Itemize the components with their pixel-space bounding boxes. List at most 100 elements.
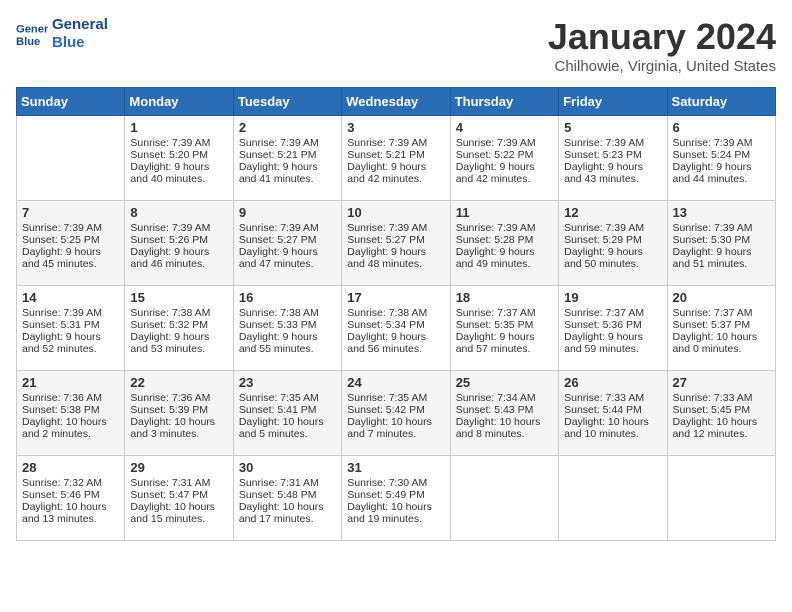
table-row: 5Sunrise: 7:39 AMSunset: 5:23 PMDaylight…: [559, 116, 667, 201]
logo-text-general: General: [52, 16, 108, 34]
sunset-text: Sunset: 5:33 PM: [239, 319, 336, 331]
table-row: 16Sunrise: 7:38 AMSunset: 5:33 PMDayligh…: [233, 286, 341, 371]
day-number: 15: [130, 290, 227, 305]
page-header: General Blue General Blue January 2024 C…: [16, 16, 776, 75]
table-row: 20Sunrise: 7:37 AMSunset: 5:37 PMDayligh…: [667, 286, 775, 371]
sunset-text: Sunset: 5:22 PM: [456, 149, 553, 161]
daylight-text: Daylight: 9 hours and 48 minutes.: [347, 246, 444, 270]
table-row: 30Sunrise: 7:31 AMSunset: 5:48 PMDayligh…: [233, 456, 341, 541]
table-row: 7Sunrise: 7:39 AMSunset: 5:25 PMDaylight…: [17, 201, 125, 286]
sunset-text: Sunset: 5:35 PM: [456, 319, 553, 331]
day-number: 14: [22, 290, 119, 305]
daylight-text: Daylight: 10 hours and 0 minutes.: [673, 331, 770, 355]
daylight-text: Daylight: 9 hours and 41 minutes.: [239, 161, 336, 185]
day-number: 27: [673, 375, 770, 390]
week-row-5: 28Sunrise: 7:32 AMSunset: 5:46 PMDayligh…: [17, 456, 776, 541]
daylight-text: Daylight: 9 hours and 42 minutes.: [347, 161, 444, 185]
sunrise-text: Sunrise: 7:31 AM: [239, 477, 336, 489]
sunset-text: Sunset: 5:20 PM: [130, 149, 227, 161]
day-number: 18: [456, 290, 553, 305]
table-row: 19Sunrise: 7:37 AMSunset: 5:36 PMDayligh…: [559, 286, 667, 371]
sunrise-text: Sunrise: 7:35 AM: [347, 392, 444, 404]
sunrise-text: Sunrise: 7:30 AM: [347, 477, 444, 489]
col-saturday: Saturday: [667, 88, 775, 116]
day-number: 17: [347, 290, 444, 305]
table-row: 25Sunrise: 7:34 AMSunset: 5:43 PMDayligh…: [450, 371, 558, 456]
sunrise-text: Sunrise: 7:39 AM: [239, 222, 336, 234]
daylight-text: Daylight: 10 hours and 2 minutes.: [22, 416, 119, 440]
calendar-subtitle: Chilhowie, Virginia, United States: [548, 58, 776, 75]
table-row: [17, 116, 125, 201]
day-number: 1: [130, 120, 227, 135]
daylight-text: Daylight: 9 hours and 46 minutes.: [130, 246, 227, 270]
table-row: 10Sunrise: 7:39 AMSunset: 5:27 PMDayligh…: [342, 201, 450, 286]
table-row: 24Sunrise: 7:35 AMSunset: 5:42 PMDayligh…: [342, 371, 450, 456]
week-row-1: 1Sunrise: 7:39 AMSunset: 5:20 PMDaylight…: [17, 116, 776, 201]
day-number: 21: [22, 375, 119, 390]
sunset-text: Sunset: 5:37 PM: [673, 319, 770, 331]
sunrise-text: Sunrise: 7:37 AM: [456, 307, 553, 319]
calendar-title: January 2024: [548, 16, 776, 58]
daylight-text: Daylight: 10 hours and 5 minutes.: [239, 416, 336, 440]
daylight-text: Daylight: 9 hours and 50 minutes.: [564, 246, 661, 270]
col-wednesday: Wednesday: [342, 88, 450, 116]
day-number: 11: [456, 205, 553, 220]
sunrise-text: Sunrise: 7:39 AM: [347, 137, 444, 149]
daylight-text: Daylight: 9 hours and 44 minutes.: [673, 161, 770, 185]
svg-text:Blue: Blue: [16, 36, 40, 48]
daylight-text: Daylight: 9 hours and 59 minutes.: [564, 331, 661, 355]
table-row: 28Sunrise: 7:32 AMSunset: 5:46 PMDayligh…: [17, 456, 125, 541]
sunset-text: Sunset: 5:23 PM: [564, 149, 661, 161]
day-number: 29: [130, 460, 227, 475]
table-row: 3Sunrise: 7:39 AMSunset: 5:21 PMDaylight…: [342, 116, 450, 201]
sunrise-text: Sunrise: 7:39 AM: [130, 137, 227, 149]
daylight-text: Daylight: 9 hours and 51 minutes.: [673, 246, 770, 270]
sunset-text: Sunset: 5:25 PM: [22, 234, 119, 246]
table-row: 8Sunrise: 7:39 AMSunset: 5:26 PMDaylight…: [125, 201, 233, 286]
table-row: 29Sunrise: 7:31 AMSunset: 5:47 PMDayligh…: [125, 456, 233, 541]
table-row: [667, 456, 775, 541]
daylight-text: Daylight: 10 hours and 13 minutes.: [22, 501, 119, 525]
day-number: 8: [130, 205, 227, 220]
sunrise-text: Sunrise: 7:39 AM: [130, 222, 227, 234]
sunset-text: Sunset: 5:29 PM: [564, 234, 661, 246]
sunrise-text: Sunrise: 7:33 AM: [564, 392, 661, 404]
table-row: 4Sunrise: 7:39 AMSunset: 5:22 PMDaylight…: [450, 116, 558, 201]
sunrise-text: Sunrise: 7:33 AM: [673, 392, 770, 404]
daylight-text: Daylight: 9 hours and 55 minutes.: [239, 331, 336, 355]
sunrise-text: Sunrise: 7:32 AM: [22, 477, 119, 489]
day-number: 9: [239, 205, 336, 220]
daylight-text: Daylight: 10 hours and 10 minutes.: [564, 416, 661, 440]
sunset-text: Sunset: 5:32 PM: [130, 319, 227, 331]
col-monday: Monday: [125, 88, 233, 116]
table-row: [559, 456, 667, 541]
sunrise-text: Sunrise: 7:39 AM: [239, 137, 336, 149]
day-number: 30: [239, 460, 336, 475]
table-row: 21Sunrise: 7:36 AMSunset: 5:38 PMDayligh…: [17, 371, 125, 456]
sunrise-text: Sunrise: 7:39 AM: [564, 137, 661, 149]
sunset-text: Sunset: 5:39 PM: [130, 404, 227, 416]
daylight-text: Daylight: 9 hours and 47 minutes.: [239, 246, 336, 270]
sunrise-text: Sunrise: 7:38 AM: [347, 307, 444, 319]
table-row: [450, 456, 558, 541]
sunrise-text: Sunrise: 7:37 AM: [564, 307, 661, 319]
sunrise-text: Sunrise: 7:39 AM: [22, 307, 119, 319]
day-number: 22: [130, 375, 227, 390]
daylight-text: Daylight: 9 hours and 57 minutes.: [456, 331, 553, 355]
sunset-text: Sunset: 5:27 PM: [347, 234, 444, 246]
table-row: 26Sunrise: 7:33 AMSunset: 5:44 PMDayligh…: [559, 371, 667, 456]
sunset-text: Sunset: 5:45 PM: [673, 404, 770, 416]
day-number: 26: [564, 375, 661, 390]
week-row-4: 21Sunrise: 7:36 AMSunset: 5:38 PMDayligh…: [17, 371, 776, 456]
day-number: 12: [564, 205, 661, 220]
sunrise-text: Sunrise: 7:39 AM: [673, 222, 770, 234]
sunset-text: Sunset: 5:34 PM: [347, 319, 444, 331]
weekday-header-row: Sunday Monday Tuesday Wednesday Thursday…: [17, 88, 776, 116]
daylight-text: Daylight: 9 hours and 53 minutes.: [130, 331, 227, 355]
day-number: 19: [564, 290, 661, 305]
sunrise-text: Sunrise: 7:39 AM: [347, 222, 444, 234]
daylight-text: Daylight: 10 hours and 7 minutes.: [347, 416, 444, 440]
col-thursday: Thursday: [450, 88, 558, 116]
sunset-text: Sunset: 5:24 PM: [673, 149, 770, 161]
sunrise-text: Sunrise: 7:39 AM: [456, 137, 553, 149]
